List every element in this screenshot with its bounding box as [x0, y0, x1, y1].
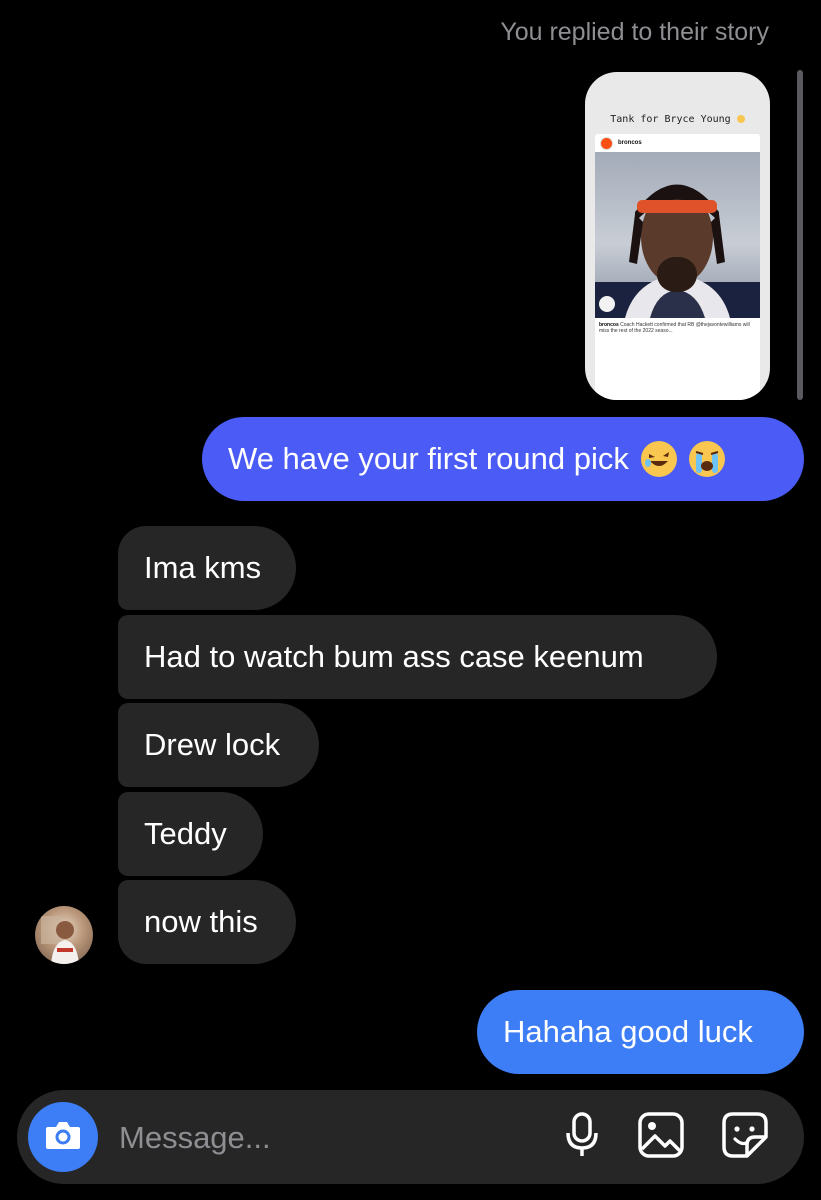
- message-text: Drew lock: [144, 727, 281, 762]
- story-reply-note: You replied to their story: [500, 18, 769, 46]
- grinning-squinting-emoji-icon: [736, 115, 745, 123]
- message-bubble-sent[interactable]: We have your first round pick: [202, 417, 804, 501]
- message-text: Hahaha good luck: [503, 1014, 753, 1049]
- broncos-logo-icon: [600, 136, 613, 150]
- post-account-name: broncos: [618, 140, 642, 146]
- message-bubble-received[interactable]: Had to watch bum ass case keenum: [118, 615, 717, 699]
- post-header: broncos: [595, 134, 760, 152]
- microphone-icon: [562, 1111, 602, 1164]
- message-composer: [17, 1090, 804, 1184]
- story-caption: Tank for Bryce Young: [585, 114, 770, 125]
- post-caption-text: Coach Hackett confirmed that RB @thejavo…: [599, 322, 750, 334]
- sender-avatar[interactable]: [35, 906, 93, 964]
- scrollbar[interactable]: [797, 70, 803, 400]
- message-text: now this: [144, 904, 258, 939]
- message-bubble-received[interactable]: Ima kms: [118, 526, 296, 610]
- message-text: We have your first round pick: [228, 441, 629, 476]
- gallery-button[interactable]: [636, 1111, 686, 1164]
- message-bubble-sent[interactable]: Hahaha good luck: [477, 990, 804, 1074]
- message-bubble-received[interactable]: Teddy: [118, 792, 263, 876]
- sticker-button[interactable]: [720, 1111, 770, 1164]
- camera-button[interactable]: [28, 1102, 98, 1172]
- post-caption: broncos Coach Hackett confirmed that RB …: [599, 322, 756, 334]
- player-photo: [595, 152, 760, 318]
- message-bubble-received[interactable]: Drew lock: [118, 703, 319, 787]
- gallery-icon: [637, 1111, 685, 1164]
- message-text: Ima kms: [144, 550, 262, 585]
- message-text: Teddy: [144, 816, 227, 851]
- microphone-button[interactable]: [557, 1111, 607, 1164]
- loudly-crying-emoji-icon: [688, 441, 725, 477]
- sticker-icon: [721, 1111, 769, 1164]
- embedded-post: broncos broncos Coach Hackett confirmed …: [595, 134, 760, 400]
- message-input[interactable]: [117, 1112, 541, 1164]
- camera-icon: [44, 1119, 82, 1156]
- message-bubble-received[interactable]: now this: [118, 880, 296, 964]
- rolling-on-floor-laughing-emoji-icon: [640, 441, 677, 477]
- message-text: Had to watch bum ass case keenum: [144, 639, 644, 674]
- story-caption-text: Tank for Bryce Young: [610, 114, 731, 125]
- story-preview[interactable]: Tank for Bryce Young broncos broncos Coa…: [585, 72, 770, 400]
